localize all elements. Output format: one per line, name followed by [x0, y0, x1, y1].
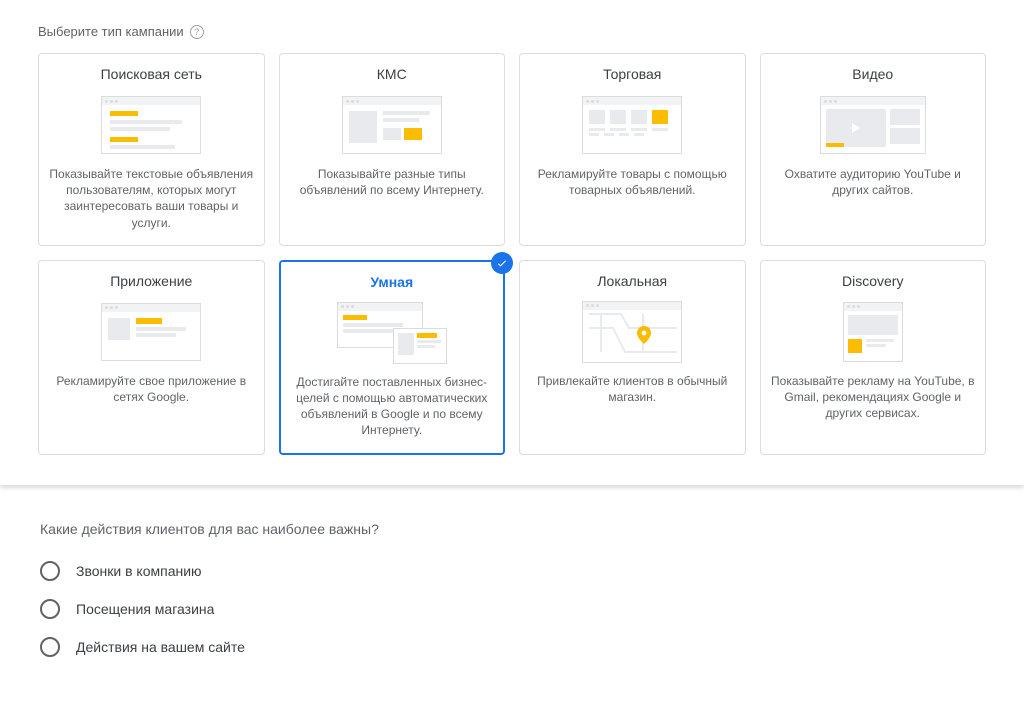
radio-label: Звонки в компанию [76, 563, 202, 579]
card-title: Локальная [597, 273, 667, 289]
campaign-card-shopping[interactable]: Торговая [519, 53, 746, 246]
card-desc: Показывайте рекламу на YouTube, в Gmail,… [771, 373, 976, 422]
card-desc: Рекламируйте свое приложение в сетях Goo… [49, 373, 254, 405]
campaign-card-video[interactable]: Видео [760, 53, 987, 246]
campaign-type-section: Выберите тип кампании ? Поисковая сеть [0, 0, 1024, 485]
card-desc: Показывайте текстовые объявления пользов… [49, 166, 254, 231]
radio-icon [40, 599, 60, 619]
radio-option-calls[interactable]: Звонки в компанию [40, 561, 984, 581]
radio-icon [40, 561, 60, 581]
card-desc: Показывайте разные типы объявлений по вс… [290, 166, 495, 198]
campaign-card-smart[interactable]: Умная [279, 260, 506, 455]
campaign-card-search[interactable]: Поисковая сеть Показывайте текстовые о [38, 53, 265, 246]
help-icon[interactable]: ? [190, 25, 204, 39]
thumb-app [91, 299, 211, 365]
radio-icon [40, 637, 60, 657]
card-desc: Охватите аудиторию YouTube и других сайт… [771, 166, 976, 198]
section-heading: Выберите тип кампании ? [38, 24, 986, 39]
radio-label: Действия на вашем сайте [76, 639, 245, 655]
card-desc: Достигайте поставленных бизнес-целей с п… [291, 374, 494, 439]
campaign-card-local[interactable]: Локальная [519, 260, 746, 455]
radio-option-store-visits[interactable]: Посещения магазина [40, 599, 984, 619]
card-title: Discovery [842, 273, 903, 289]
thumb-local [572, 299, 692, 365]
thumb-display [332, 92, 452, 158]
radio-label: Посещения магазина [76, 601, 214, 617]
campaign-card-discovery[interactable]: Discovery [760, 260, 987, 455]
card-title: Торговая [603, 66, 661, 82]
campaign-card-grid: Поисковая сеть Показывайте текстовые о [38, 53, 986, 455]
pin-icon [637, 326, 651, 344]
check-icon [491, 252, 513, 274]
thumb-search [91, 92, 211, 158]
radio-option-site-actions[interactable]: Действия на вашем сайте [40, 637, 984, 657]
card-desc: Привлекайте клиентов в обычный магазин. [530, 373, 735, 405]
thumb-smart [332, 300, 452, 366]
card-desc: Рекламируйте товары с помощью товарных о… [530, 166, 735, 198]
thumb-shopping [572, 92, 692, 158]
heading-text: Выберите тип кампании [38, 24, 184, 39]
card-title: Поисковая сеть [101, 66, 202, 82]
client-actions-section: Какие действия клиентов для вас наиболее… [0, 485, 1024, 703]
actions-heading: Какие действия клиентов для вас наиболее… [40, 521, 984, 537]
campaign-card-app[interactable]: Приложение Реклам [38, 260, 265, 455]
thumb-video [813, 92, 933, 158]
thumb-discovery [813, 299, 933, 365]
card-title: Видео [852, 66, 893, 82]
card-title: Приложение [110, 273, 192, 289]
campaign-card-display[interactable]: КМС [279, 53, 506, 246]
card-title: Умная [370, 274, 413, 290]
card-title: КМС [377, 66, 407, 82]
